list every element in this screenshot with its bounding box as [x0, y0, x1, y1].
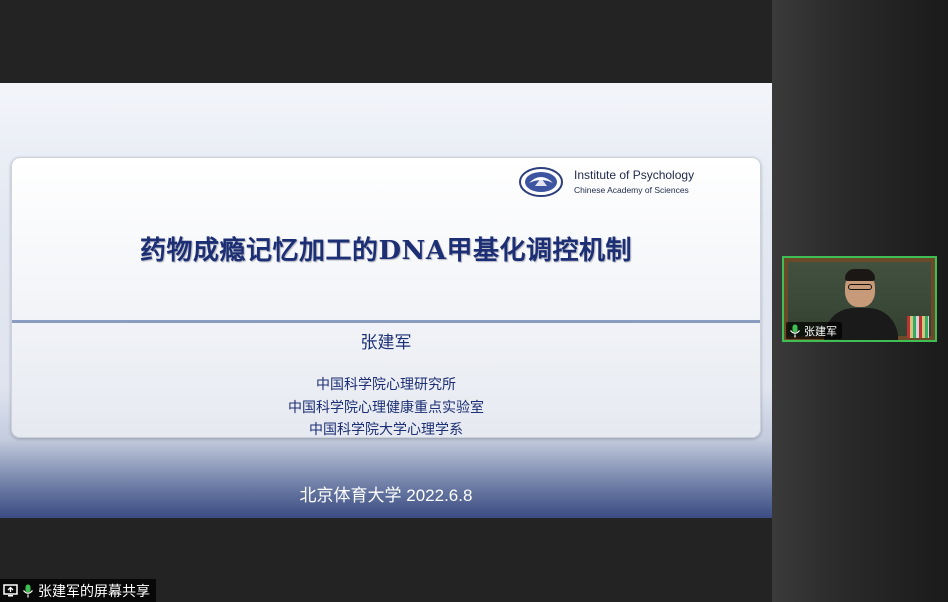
author-name: 张建军 [360, 333, 412, 353]
mic-icon [790, 324, 800, 337]
participant-hair [845, 269, 875, 281]
participant-video-tile[interactable]: 张建军 [782, 256, 937, 342]
title-card: Institute of Psychology Chinese Academy … [11, 157, 761, 438]
participant-glasses [848, 284, 872, 290]
affiliation-line: 中国科学院心理健康重点实验室 [288, 399, 484, 416]
screen-share-icon [3, 584, 18, 597]
screen-share-label: 张建军的屏幕共享 [0, 579, 156, 602]
participant-name: 张建军 [804, 324, 837, 338]
shared-screen-area: Institute of Psychology Chinese Academy … [0, 0, 772, 602]
affiliation-line: 中国科学院大学心理学系 [309, 422, 463, 438]
affiliation-line: 中国科学院心理研究所 [316, 377, 456, 393]
affiliations: 中国科学院心理研究所 中国科学院心理健康重点实验室 中国科学院大学心理学系 [12, 374, 760, 438]
title-divider [12, 320, 760, 323]
logo-text-line1: Institute of Psychology [574, 168, 695, 182]
bookshelf [907, 316, 929, 338]
venue-date: 北京体育大学 2022.6.8 [299, 486, 473, 505]
logo-text-line2: Chinese Academy of Sciences [574, 185, 689, 195]
screen-share-text: 张建军的屏幕共享 [38, 583, 150, 600]
presentation-slide: Institute of Psychology Chinese Academy … [0, 83, 772, 518]
participant-name-tag: 张建军 [786, 322, 842, 339]
institute-emblem-icon [519, 167, 563, 197]
mic-icon [23, 584, 33, 597]
institute-logo: Institute of Psychology Chinese Academy … [519, 166, 719, 200]
slide-title: 药物成瘾记忆加工的DNA甲基化调控机制 [140, 236, 632, 266]
